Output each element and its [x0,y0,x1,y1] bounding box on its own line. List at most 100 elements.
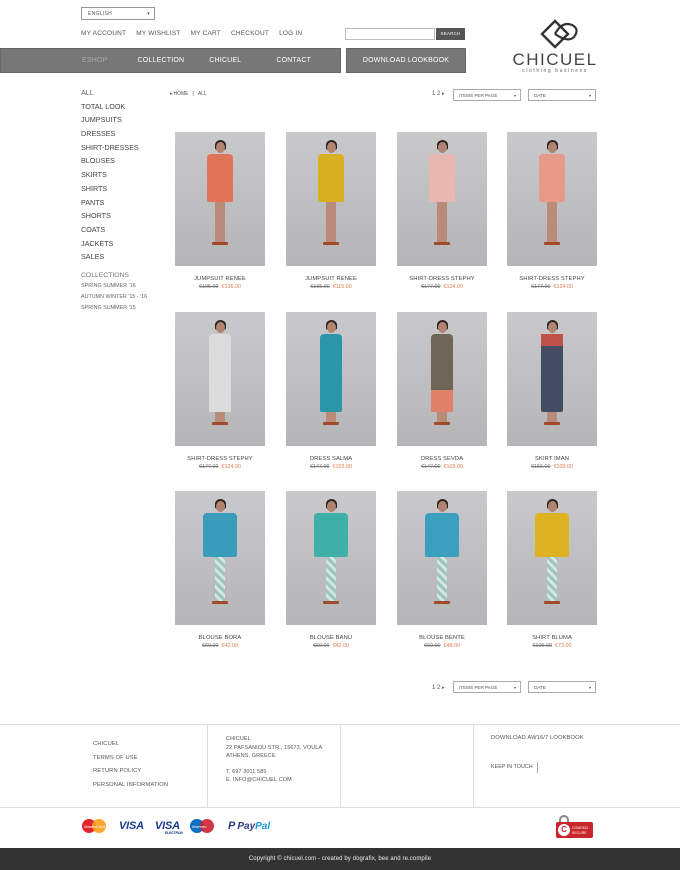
pagination-top[interactable]: 1 2 ▸ [432,91,445,97]
product-card[interactable]: SHIRT-DRESS STEPHY €177.00 €124.00 [397,132,487,290]
product-image[interactable] [507,491,597,625]
product-name[interactable]: SHIRT-DRESS STEPHY [507,276,597,282]
my-wishlist-link[interactable]: MY WISHLIST [136,30,180,37]
footer-link-returns[interactable]: RETURN POLICY [93,765,168,779]
product-card[interactable]: BLOUSE BENTE €69.00 €48.00 [397,491,487,649]
product-image[interactable] [286,312,376,446]
next-page-icon[interactable]: ▸ [442,685,445,691]
paypal-p-icon: P [228,820,236,832]
sort-select[interactable]: DATE ▾ [528,89,596,101]
product-name[interactable]: SHIRT-DRESS STEPHY [175,456,265,462]
my-cart-link[interactable]: MY CART [191,30,221,37]
chevron-down-icon: ▾ [147,11,150,17]
pagination-bottom[interactable]: 1 2 ▸ [432,685,445,691]
sidebar-item-jackets[interactable]: JACKETS [81,239,147,253]
collection-link-ss16[interactable]: SPRING SUMMER '16 [81,283,147,294]
collection-link-aw15[interactable]: AUTUMN WINTER '15 - '16 [81,294,147,305]
download-aw-lookbook-link[interactable]: DOWNLOAD AW16/7 LOOKBOOK [491,735,584,741]
product-card[interactable]: JUMPSUIT RENEE €195.00 €136.00 [175,132,265,290]
product-price: €177.00 €124.00 [507,284,597,290]
product-image[interactable] [175,491,265,625]
product-image[interactable] [397,312,487,446]
product-name[interactable]: SHIRT BLUMA [507,635,597,641]
sale-price: €136.00 [221,284,242,290]
product-name[interactable]: DRESS SEVDA [397,456,487,462]
category-sidebar: ALL TOTAL LOOK JUMPSUITS DRESSES SHIRT-D… [81,88,147,316]
pagination-pages[interactable]: 1 2 [432,685,440,691]
sidebar-item-coats[interactable]: COATS [81,225,147,239]
items-per-page-select-bottom[interactable]: ITEMS PER PAGE ▾ [453,681,521,693]
product-image[interactable] [397,132,487,266]
login-link[interactable]: LOG IN [279,30,302,37]
product-name[interactable]: BLOUSE BORA [175,635,265,641]
product-card[interactable]: BLOUSE BANU €60.00 €42.00 [286,491,376,649]
sidebar-item-all[interactable]: ALL [81,88,147,102]
sort-label: DATE [534,93,546,98]
product-card[interactable]: DRESS SALMA €147.00 €103.00 [286,312,376,470]
nav-contact[interactable]: CONTACT [276,57,311,64]
mastercard-logo: MasterCard [82,817,108,835]
search-input[interactable] [345,28,435,40]
product-image[interactable] [175,312,265,446]
top-links: MY ACCOUNT MY WISHLIST MY CART CHECKOUT … [81,30,302,37]
items-per-page-select[interactable]: ITEMS PER PAGE ▾ [453,89,521,101]
breadcrumb: ▸ HOME | ALL [170,91,207,97]
logo[interactable]: CHICUEL clothing business [510,15,600,75]
sale-price: €124.00 [443,284,464,290]
product-card[interactable]: DRESS SEVDA €147.00 €103.00 [397,312,487,470]
sidebar-item-blouses[interactable]: BLOUSES [81,156,147,170]
my-account-link[interactable]: MY ACCOUNT [81,30,126,37]
product-name[interactable]: BLOUSE BANU [286,635,376,641]
address-email[interactable]: E. INFO@CHICUEL.COM [226,776,322,785]
product-name[interactable]: BLOUSE BENTE [397,635,487,641]
product-name[interactable]: JUMPSUIT RENEE [175,276,265,282]
checkout-link[interactable]: CHECKOUT [231,30,269,37]
breadcrumb-home[interactable]: HOME [174,91,189,97]
pagination-pages[interactable]: 1 2 [432,91,440,97]
download-lookbook-button[interactable]: DOWNLOAD LOOKBOOK [346,48,466,73]
nav-collection[interactable]: COLLECTION [138,57,185,64]
product-image[interactable] [397,491,487,625]
sidebar-item-shirt-dresses[interactable]: SHIRT-DRESSES [81,143,147,157]
sidebar-item-shorts[interactable]: SHORTS [81,211,147,225]
product-card[interactable]: SKIRT IMAN €156.00 €109.00 [507,312,597,470]
collection-link-ss15[interactable]: SPRING SUMMER '15 [81,305,147,316]
product-image[interactable] [286,132,376,266]
sidebar-item-sales[interactable]: SALES [81,252,147,266]
search-button[interactable]: SEARCH [436,28,465,40]
product-price: €165.00 €115.00 [286,284,376,290]
product-card[interactable]: BLOUSE BORA €60.00 €42.00 [175,491,265,649]
product-image[interactable] [507,312,597,446]
language-select[interactable]: ENGLISH ▾ [81,7,155,20]
product-name[interactable]: SKIRT IMAN [507,456,597,462]
keep-in-touch-link[interactable]: KEEP IN TOUCH [491,762,538,773]
product-name[interactable]: DRESS SALMA [286,456,376,462]
product-card[interactable]: JUMPSUIT RENEE €165.00 €115.00 [286,132,376,290]
product-card[interactable]: SHIRT-DRESS STEPHY €177.00 €124.00 [175,312,265,470]
product-image[interactable] [507,132,597,266]
footer-link-chicuel[interactable]: CHICUEL [93,738,168,752]
product-card[interactable]: SHIRT BLUMA €105.00 €73.00 [507,491,597,649]
product-image[interactable] [175,132,265,266]
old-price: €69.00 [424,643,441,649]
product-image[interactable] [286,491,376,625]
nav-chicuel[interactable]: CHICUEL [209,57,241,64]
footer-link-personal-info[interactable]: PERSONAL INFORMATION [93,779,168,793]
product-price: €195.00 €136.00 [175,284,265,290]
product-name[interactable]: JUMPSUIT RENEE [286,276,376,282]
paypal-text-1: Pay [237,820,256,832]
sidebar-item-total-look[interactable]: TOTAL LOOK [81,102,147,116]
sidebar-item-skirts[interactable]: SKIRTS [81,170,147,184]
copyright-bar: Copyright © chicuel.com - created by dog… [0,848,680,870]
nav-eshop[interactable]: ESHOP [82,57,108,64]
product-card[interactable]: SHIRT-DRESS STEPHY €177.00 €124.00 [507,132,597,290]
collections-heading: COLLECTIONS [81,271,129,279]
sidebar-item-pants[interactable]: PANTS [81,198,147,212]
sidebar-item-shirts[interactable]: SHIRTS [81,184,147,198]
footer-link-terms[interactable]: TERMS OF USE [93,752,168,766]
product-name[interactable]: SHIRT-DRESS STEPHY [397,276,487,282]
sidebar-item-dresses[interactable]: DRESSES [81,129,147,143]
next-page-icon[interactable]: ▸ [442,91,445,97]
sort-select-bottom[interactable]: DATE ▾ [528,681,596,693]
sidebar-item-jumpsuits[interactable]: JUMPSUITS [81,115,147,129]
